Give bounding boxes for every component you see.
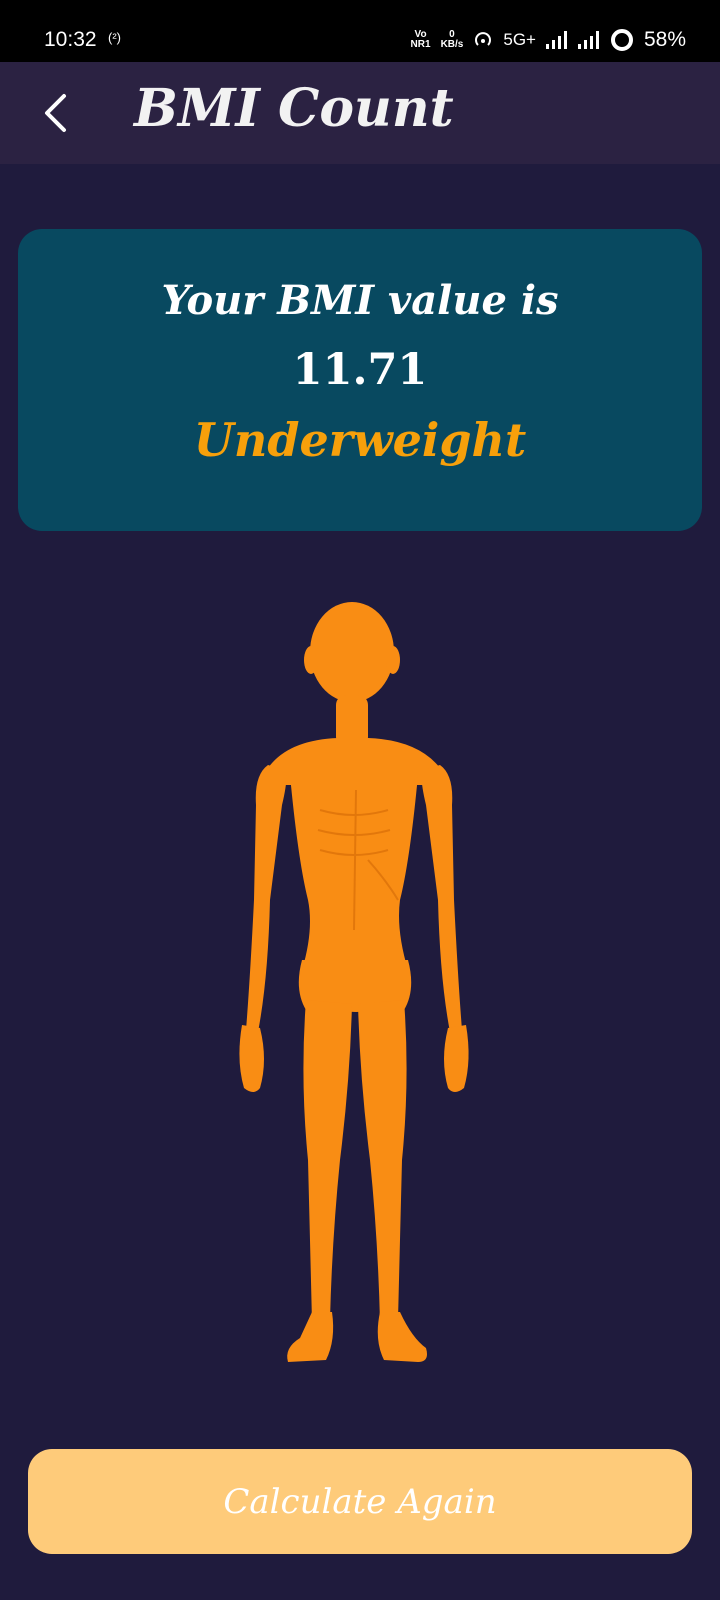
status-bar: 10:32 (²) Vo NR1 0 KB/s 5G+ 58% [0,0,720,62]
bmi-value: 11.71 [292,345,428,395]
battery-ring-icon [610,29,633,51]
hotspot-icon [475,32,492,46]
network-type: 5G+ [503,30,536,49]
bmi-result-label: Your BMI value is [161,277,559,324]
underweight-body-figure-icon [239,602,469,1362]
page-title: BMI Count [134,78,454,139]
bmi-category: Underweight [193,413,527,467]
bmi-result-card: Your BMI value is 11.71 Underweight [18,229,702,531]
app-bar: BMI Count [0,62,720,164]
volte-indicator: Vo NR1 [411,30,431,50]
calculate-again-button[interactable]: Calculate Again [28,1449,692,1554]
signal-icon [577,31,599,49]
status-time: 10:32 [44,28,97,51]
speed-unit: KB/s [440,39,464,50]
status-icons: Vo NR1 0 KB/s 5G+ 58% [411,28,686,52]
network-speed: 0 KB/s [441,30,464,50]
chevron-left-icon [45,94,66,132]
nr-label: NR1 [410,39,431,50]
cast-indicator: (²) [108,30,121,45]
back-button[interactable] [30,86,80,140]
calculate-again-label: Calculate Again [223,1481,497,1522]
signal-icon [545,31,567,49]
battery-percent: 58% [643,28,686,51]
